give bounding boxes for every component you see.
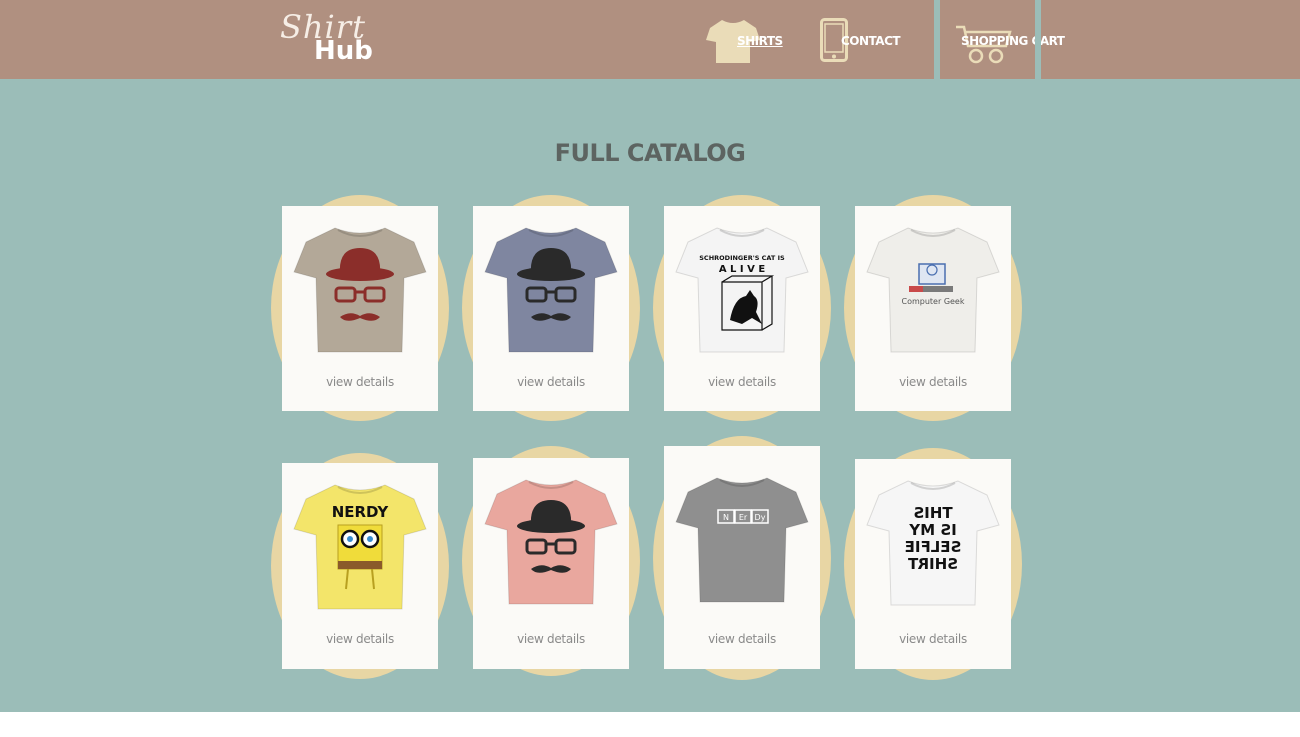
card-panel: SCHRODINGER'S CAT IS A L I V E view detai… xyxy=(664,206,820,411)
product-card[interactable]: view details xyxy=(271,195,451,421)
tshirt-body xyxy=(484,227,618,353)
nav-divider-right xyxy=(1035,0,1041,79)
product-card[interactable]: view details xyxy=(462,446,642,676)
tshirt-body xyxy=(675,477,809,603)
tshirt-image[interactable] xyxy=(481,472,621,612)
card-panel: THIS IS MY SELFIE SHIRT view details xyxy=(855,459,1011,669)
mirrored-text-line: SELFIE xyxy=(905,538,962,556)
card-panel: view details xyxy=(282,206,438,411)
card-panel: view details xyxy=(473,458,629,669)
print-caption: SCHRODINGER'S CAT IS xyxy=(699,254,785,262)
mirrored-text-line: THIS xyxy=(913,504,952,522)
tshirt-body xyxy=(293,227,427,353)
periodic-symbol: N xyxy=(723,513,729,522)
card-panel: Computer Geek view details xyxy=(855,206,1011,411)
print-caption: Computer Geek xyxy=(902,297,965,306)
nav-shirts[interactable]: Shirts xyxy=(704,0,784,79)
view-details-link[interactable]: view details xyxy=(664,375,820,389)
product-card[interactable]: Computer Geek view details xyxy=(844,195,1024,421)
view-details-link[interactable]: view details xyxy=(473,632,629,646)
nav-shopping-cart-label: Shopping Cart xyxy=(961,34,1065,48)
mirrored-text-line: SHIRT xyxy=(907,555,958,573)
tshirt-body xyxy=(484,479,618,605)
view-details-link[interactable]: view details xyxy=(855,375,1011,389)
view-details-link[interactable]: view details xyxy=(664,632,820,646)
tshirt-image[interactable]: Computer Geek xyxy=(863,220,1003,360)
view-details-link[interactable]: view details xyxy=(282,632,438,646)
logo-bold-text: Hub xyxy=(314,36,373,66)
product-card[interactable]: N Er Dy view details xyxy=(653,436,833,680)
keyboard-red xyxy=(909,286,923,292)
sponge-pants xyxy=(338,561,382,569)
tshirt-image[interactable] xyxy=(290,220,430,360)
tshirt-image[interactable]: N Er Dy xyxy=(672,470,812,610)
mirrored-text-line: IS MY xyxy=(908,521,957,539)
product-card[interactable]: view details xyxy=(462,195,642,421)
periodic-symbol: Dy xyxy=(755,513,766,522)
site-logo[interactable]: Shirt Hub xyxy=(278,8,388,68)
monitor xyxy=(918,263,946,285)
sponge-pupil-left xyxy=(347,536,353,542)
tshirt-image[interactable]: SCHRODINGER'S CAT IS A L I V E xyxy=(672,220,812,360)
nav-shirts-label: Shirts xyxy=(737,34,783,48)
print-alive-text: A L I V E xyxy=(719,264,765,275)
page-title: FULL CATALOG xyxy=(554,139,746,167)
product-card[interactable]: NERDY view details xyxy=(271,453,451,679)
card-panel: NERDY view details xyxy=(282,463,438,669)
tshirt-image[interactable] xyxy=(481,220,621,360)
card-panel: view details xyxy=(473,206,629,411)
sponge-pupil-right xyxy=(367,536,373,542)
tshirt-image[interactable]: NERDY xyxy=(290,477,430,617)
site-header: Shirt Hub Shirts Contact Shopping Cart xyxy=(0,0,1300,79)
nav-shopping-cart[interactable]: Shopping Cart xyxy=(940,0,1065,79)
card-panel: N Er Dy view details xyxy=(664,446,820,669)
print-nerdy-text: NERDY xyxy=(332,503,390,521)
product-card[interactable]: THIS IS MY SELFIE SHIRT view details xyxy=(844,448,1024,680)
nav-contact-label: Contact xyxy=(841,34,901,48)
view-details-link[interactable]: view details xyxy=(282,375,438,389)
tshirt-body xyxy=(675,227,809,353)
periodic-symbol: Er xyxy=(739,513,748,522)
view-details-link[interactable]: view details xyxy=(473,375,629,389)
tshirt-image[interactable]: THISIS MYSELFIESHIRT xyxy=(863,473,1003,613)
main-content: FULL CATALOG view details view details S… xyxy=(0,79,1300,712)
view-details-link[interactable]: view details xyxy=(855,632,1011,646)
product-card[interactable]: SCHRODINGER'S CAT IS A L I V E view detai… xyxy=(653,195,833,421)
nav-contact[interactable]: Contact xyxy=(818,0,918,79)
desk xyxy=(923,286,953,292)
